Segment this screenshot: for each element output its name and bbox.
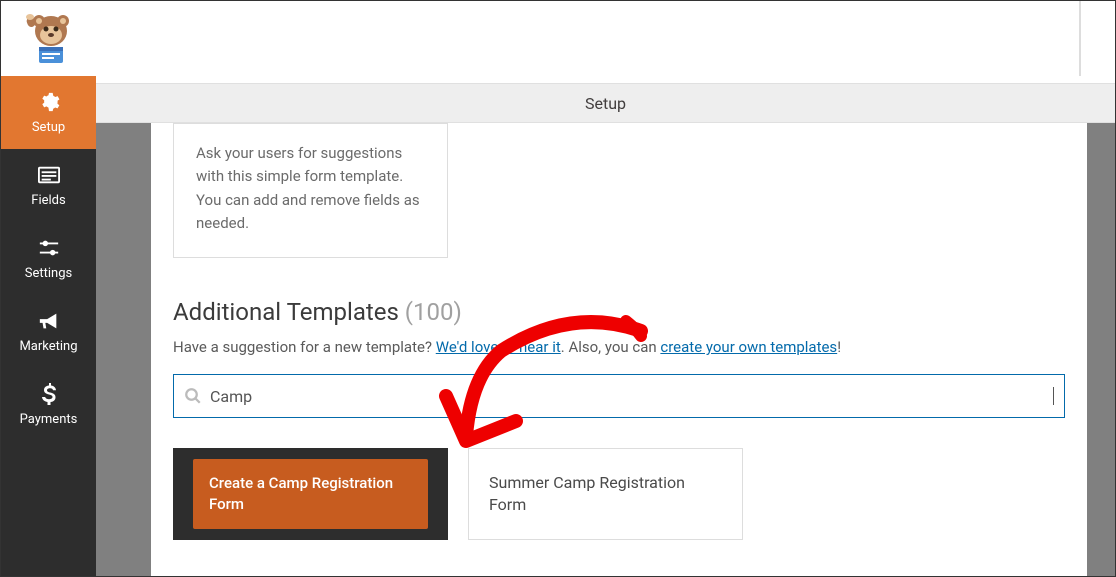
page-title: Setup xyxy=(585,94,626,113)
gear-icon xyxy=(37,90,61,114)
additional-templates-subtext: Have a suggestion for a new template? We… xyxy=(173,338,1065,356)
template-search[interactable] xyxy=(173,374,1065,418)
top-bar xyxy=(1,1,1081,76)
mascot-logo xyxy=(21,9,81,69)
search-icon xyxy=(184,387,202,405)
list-icon xyxy=(37,163,61,187)
sliders-icon xyxy=(37,236,61,260)
sidebar-item-label: Payments xyxy=(20,412,78,427)
template-description: Ask your users for suggestions with this… xyxy=(196,144,420,232)
dollar-icon xyxy=(37,382,61,406)
sidebar-item-label: Marketing xyxy=(19,339,77,354)
page-title-bar: Setup xyxy=(96,83,1115,123)
templates-count: (100) xyxy=(405,298,462,326)
sidebar-item-payments[interactable]: Payments xyxy=(1,368,96,441)
suggestion-link[interactable]: We'd love to hear it xyxy=(436,338,561,356)
suggestion-template-card[interactable]: Ask your users for suggestions with this… xyxy=(173,123,448,258)
template-results: Create a Camp Registration Form Summer C… xyxy=(173,448,1065,540)
sidebar-item-label: Setup xyxy=(32,120,65,135)
sidebar-item-marketing[interactable]: Marketing xyxy=(1,295,96,368)
sidebar: Setup Fields Settings Marketing Payments xyxy=(1,76,96,576)
additional-templates-heading: Additional Templates (100) xyxy=(173,298,1065,326)
create-own-link[interactable]: create your own templates xyxy=(660,338,837,356)
sidebar-item-settings[interactable]: Settings xyxy=(1,222,96,295)
create-template-button[interactable]: Create a Camp Registration Form xyxy=(193,459,428,529)
search-input[interactable] xyxy=(210,387,1055,406)
template-result-card[interactable]: Summer Camp Registration Form xyxy=(468,448,743,540)
sidebar-item-label: Fields xyxy=(31,193,65,208)
main-panel: Ask your users for suggestions with this… xyxy=(151,123,1087,576)
sidebar-item-setup[interactable]: Setup xyxy=(1,76,96,149)
text-cursor xyxy=(1053,387,1054,405)
sidebar-item-label: Settings xyxy=(25,266,72,281)
bullhorn-icon xyxy=(37,309,61,333)
sidebar-item-fields[interactable]: Fields xyxy=(1,149,96,222)
create-template-card[interactable]: Create a Camp Registration Form xyxy=(173,448,448,540)
template-result-label: Summer Camp Registration Form xyxy=(489,472,722,517)
